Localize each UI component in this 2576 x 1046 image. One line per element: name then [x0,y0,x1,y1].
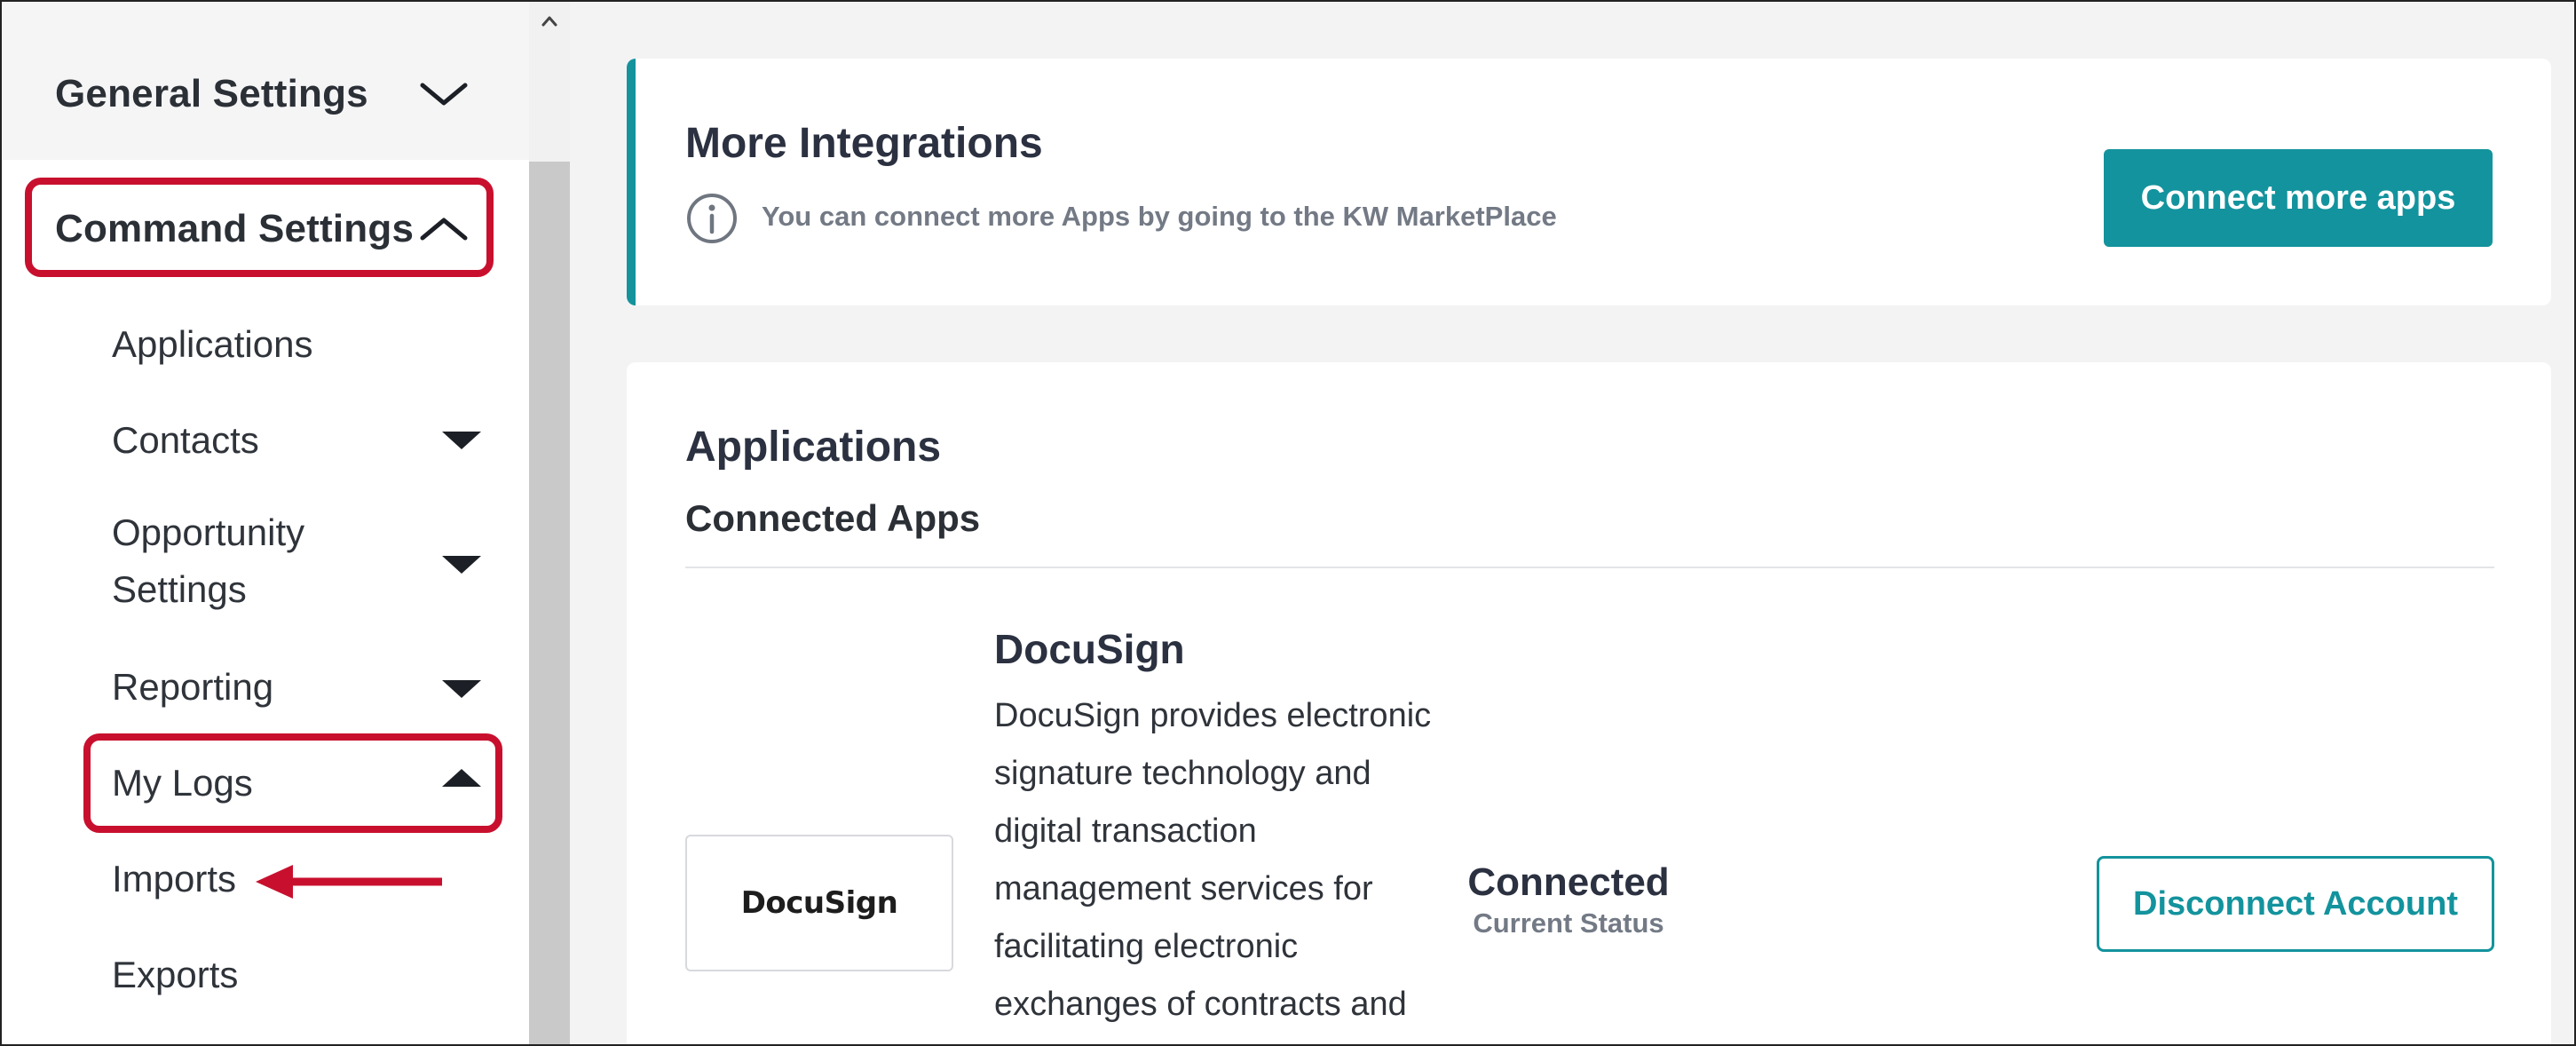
sidebar-item-reporting[interactable]: Reporting [112,661,273,714]
app-description: DocuSign provides electronic signature t… [994,687,1491,1034]
app-description-line: management services for [994,870,1373,907]
app-window: General Settings Command Settings Applic… [0,0,2576,1046]
docusign-logo: DocuSign [685,835,953,971]
applications-title: Applications [685,424,942,471]
more-integrations-card: More Integrations You can connect more A… [627,59,2551,305]
sidebar-item-label: Exports [112,954,239,995]
chevron-down-icon[interactable] [417,76,470,112]
section-divider [685,567,2494,568]
integrations-title: More Integrations [685,120,1043,167]
sidebar-item-imports[interactable]: Imports [112,852,236,906]
disconnect-account-button[interactable]: Disconnect Account [2097,856,2494,952]
caret-down-icon[interactable] [442,556,481,574]
sidebar-section-general-settings[interactable]: General Settings [55,66,368,123]
sidebar-item-label-line-2: Settings [112,568,247,610]
sidebar-item-label: Contacts [112,419,259,461]
sidebar-scrollbar[interactable] [529,2,570,1044]
highlight-command-settings [25,178,494,277]
sidebar-item-label: Applications [112,323,313,365]
arrow-left-icon [256,865,442,899]
sidebar-item-applications[interactable]: Applications [112,318,312,371]
app-description-line: exchanges of contracts and [994,986,1407,1023]
app-description-line: signature technology and [994,755,1371,792]
app-name: DocuSign [994,626,1185,672]
integrations-info-text: You can connect more Apps by going to th… [762,201,1557,232]
info-icon [687,194,737,243]
docusign-logo-text: DocuSign [740,885,898,921]
highlight-my-logs [83,733,502,833]
connected-apps-subtitle: Connected Apps [685,497,981,539]
app-description-line: digital transaction [994,812,1257,850]
scroll-up-icon[interactable] [541,12,558,30]
applications-card: Applications Connected Apps DocuSign Doc… [627,362,2551,1044]
app-description-line: DocuSign provides electronic [994,697,1432,734]
caret-down-icon[interactable] [442,680,481,698]
sidebar-item-exports[interactable]: Exports [112,948,238,1002]
card-accent-bar [627,59,636,305]
settings-sidebar: General Settings Command Settings Applic… [2,2,529,1044]
connect-more-apps-button[interactable]: Connect more apps [2104,149,2493,247]
sidebar-item-contacts[interactable]: Contacts [112,414,259,467]
status-value: Connected [1467,860,1670,904]
app-status: Connected Current Status [1466,860,1671,941]
sidebar-item-label: Reporting [112,666,274,708]
sidebar-item-label: Imports [112,858,237,899]
status-caption: Current Status [1473,907,1664,939]
app-description-line: facilitating electronic [994,928,1299,965]
sidebar-item-opportunity-settings[interactable]: Opportunity Settings [112,504,304,620]
sidebar-item-label-line-1: Opportunity [112,511,305,553]
sidebar-section-label: General Settings [55,72,368,115]
caret-down-icon[interactable] [442,432,481,449]
